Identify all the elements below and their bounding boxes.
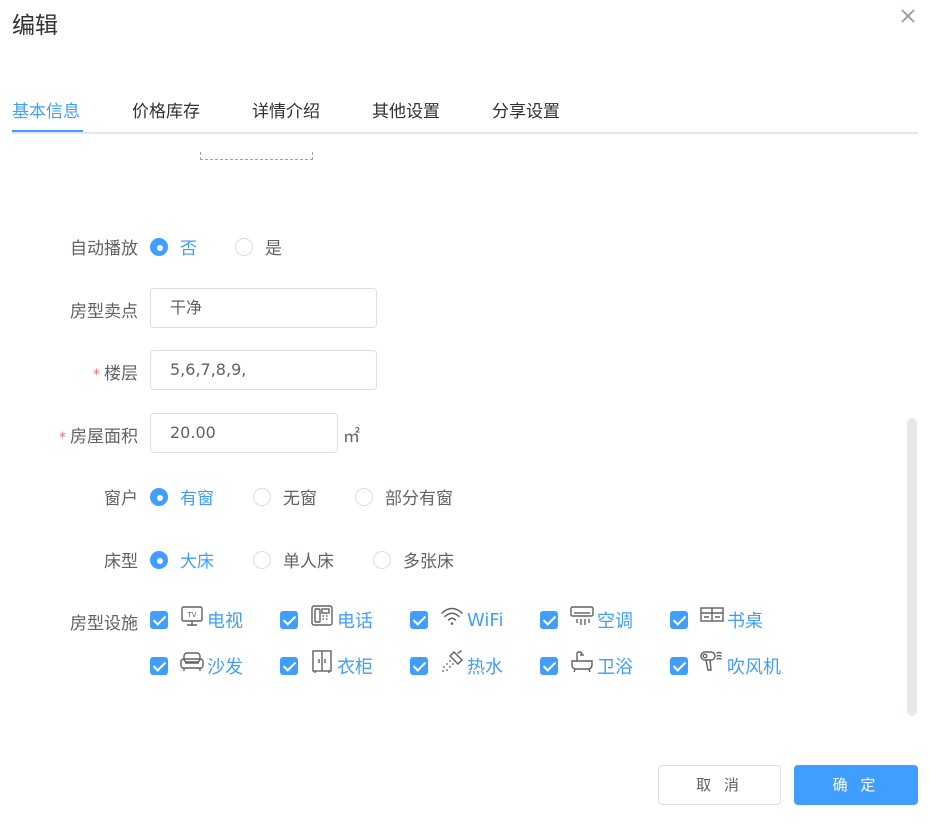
radio-label: 否	[180, 239, 197, 259]
floor-label: * 楼层	[93, 364, 138, 384]
hair-dryer-icon	[700, 650, 724, 674]
tab-basic-info[interactable]: 基本信息	[12, 97, 80, 122]
required-mark: *	[93, 367, 100, 383]
radio-label: 有窗	[180, 489, 214, 509]
facility-label: 吹风机	[727, 657, 781, 678]
radio-circle	[150, 550, 168, 569]
radio-autoplay-yes[interactable]: 是	[235, 234, 282, 259]
radio-window-partial[interactable]: 部分有窗	[355, 484, 453, 509]
radio-bed-multiple[interactable]: 多张床	[373, 547, 454, 572]
radio-label: 多张床	[403, 552, 454, 572]
tab-bar: 基本信息 价格库存 详情介绍 其他设置 分享设置	[12, 92, 918, 134]
radio-label: 部分有窗	[385, 489, 453, 509]
svg-text:TV: TV	[186, 611, 196, 619]
dialog-title: 编辑	[12, 13, 58, 39]
selling-point-label: 房型卖点	[70, 302, 138, 322]
radio-bed-single[interactable]: 单人床	[253, 547, 334, 572]
radio-circle	[235, 237, 253, 256]
checkbox-checked	[150, 611, 168, 629]
tab-other-settings[interactable]: 其他设置	[372, 97, 440, 122]
bed-label: 床型	[104, 552, 138, 572]
facility-label: 电话	[337, 611, 373, 632]
checkbox-checked	[540, 611, 558, 629]
facility-label: WiFi	[467, 609, 504, 631]
checkbox-checked	[150, 657, 168, 675]
facility-label: 卫浴	[597, 657, 633, 678]
close-icon[interactable]	[898, 6, 918, 26]
wifi-icon	[440, 604, 464, 628]
tv-icon: TV	[180, 604, 204, 628]
tab-share-settings[interactable]: 分享设置	[492, 97, 560, 122]
confirm-button[interactable]: 确 定	[794, 765, 918, 805]
checkbox-checked	[280, 611, 298, 629]
facility-checkbox-hot-water[interactable]: 热水	[410, 650, 503, 679]
radio-circle	[355, 487, 373, 506]
facilities-label: 房型设施	[70, 614, 138, 634]
checkbox-checked	[410, 657, 428, 675]
area-unit: ㎡	[343, 427, 360, 447]
radio-label: 单人床	[283, 552, 334, 572]
radio-circle	[253, 487, 271, 506]
upload-area-edge	[200, 152, 313, 160]
radio-bed-double[interactable]: 大床	[150, 547, 214, 572]
facility-checkbox-sofa[interactable]: 沙发	[150, 650, 243, 679]
radio-label: 大床	[180, 552, 214, 572]
cancel-button[interactable]: 取 消	[658, 765, 781, 805]
facility-checkbox-wifi[interactable]: WiFi	[410, 607, 503, 633]
checkbox-checked	[670, 611, 688, 629]
checkbox-checked	[540, 657, 558, 675]
checkbox-checked	[280, 657, 298, 675]
area-label: * 房屋面积	[59, 427, 138, 447]
facility-checkbox-tv[interactable]: TV 电视	[150, 604, 243, 633]
facility-label: 空调	[597, 611, 633, 632]
tab-details[interactable]: 详情介绍	[252, 97, 320, 122]
facility-checkbox-ac[interactable]: 空调	[540, 604, 633, 633]
radio-label: 是	[265, 239, 282, 259]
wardrobe-icon	[310, 650, 334, 674]
facility-checkbox-hair-dryer[interactable]: 吹风机	[670, 650, 781, 679]
radio-window-yes[interactable]: 有窗	[150, 484, 214, 509]
facility-checkbox-phone[interactable]: 电话	[280, 604, 373, 633]
radio-circle	[150, 237, 168, 256]
facility-label: 衣柜	[337, 657, 373, 678]
radio-autoplay-no[interactable]: 否	[150, 234, 197, 259]
shower-icon	[440, 650, 464, 674]
selling-point-input[interactable]: 干净	[150, 288, 377, 328]
facility-checkbox-wardrobe[interactable]: 衣柜	[280, 650, 373, 679]
bathtub-icon	[570, 650, 594, 674]
radio-window-no[interactable]: 无窗	[253, 484, 317, 509]
desk-icon	[700, 604, 724, 628]
air-conditioner-icon	[570, 604, 594, 628]
radio-circle	[373, 550, 391, 569]
facility-label: 书桌	[727, 611, 763, 632]
checkbox-checked	[670, 657, 688, 675]
phone-icon	[310, 604, 334, 628]
facility-label: 电视	[207, 611, 243, 632]
required-mark: *	[59, 430, 66, 446]
facility-checkbox-bathroom[interactable]: 卫浴	[540, 650, 633, 679]
window-label: 窗户	[104, 489, 138, 509]
facility-label: 沙发	[207, 657, 243, 678]
active-tab-indicator	[12, 130, 83, 132]
facility-label: 热水	[467, 657, 503, 678]
autoplay-label: 自动播放	[70, 239, 138, 259]
scrollbar[interactable]	[907, 418, 917, 716]
area-input[interactable]: 20.00	[150, 413, 338, 453]
floor-input[interactable]: 5,6,7,8,9,	[150, 350, 377, 390]
checkbox-checked	[410, 611, 428, 629]
radio-label: 无窗	[283, 489, 317, 509]
radio-circle	[253, 550, 271, 569]
sofa-icon	[180, 650, 204, 674]
radio-circle	[150, 487, 168, 506]
facility-checkbox-desk[interactable]: 书桌	[670, 607, 763, 633]
tab-price-stock[interactable]: 价格库存	[132, 97, 200, 122]
